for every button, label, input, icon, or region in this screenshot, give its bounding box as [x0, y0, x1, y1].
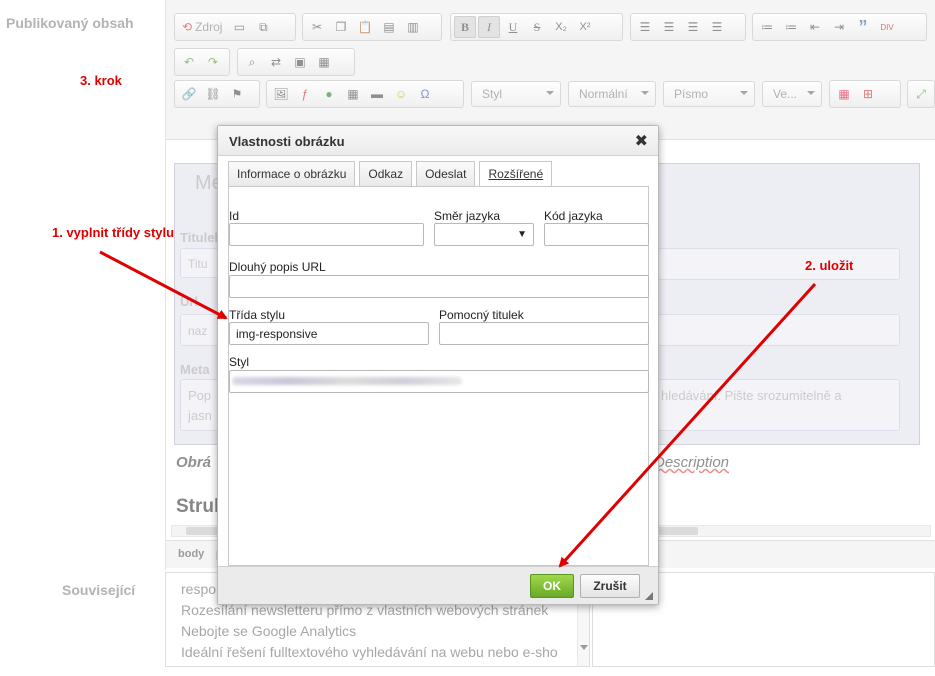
arrow-step1 — [99, 250, 228, 320]
arrow-step2 — [558, 282, 817, 568]
annotation-arrows — [99, 250, 817, 568]
